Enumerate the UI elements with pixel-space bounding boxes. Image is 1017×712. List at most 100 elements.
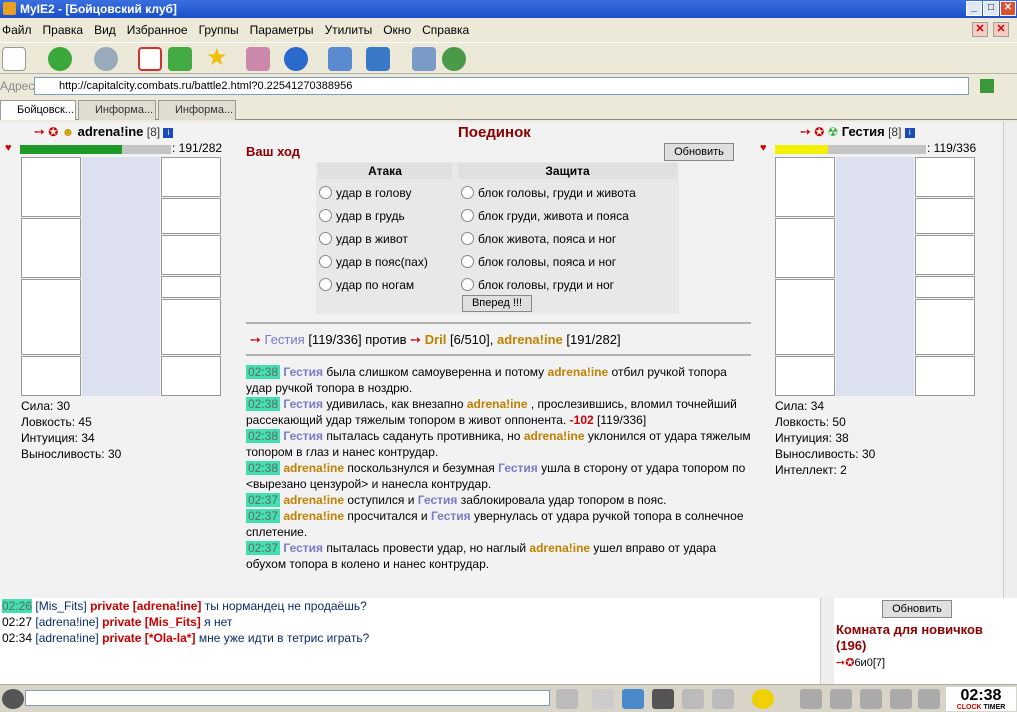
attack-option[interactable]: удар в живот [319, 228, 408, 250]
attack-option[interactable]: удар в грудь [319, 205, 405, 227]
quests-icon[interactable] [830, 689, 852, 709]
left-info-icon[interactable]: i [163, 127, 174, 138]
log-player-name[interactable]: Гестия [498, 461, 538, 475]
versus-p1[interactable]: Гестия [265, 332, 305, 347]
search-icon[interactable] [246, 47, 270, 71]
close-tab-icon[interactable]: ✕ [993, 22, 1009, 37]
right-player-name[interactable]: Гестия [842, 124, 885, 139]
defense-option[interactable]: блок живота, пояса и ног [461, 228, 616, 250]
rings-slot[interactable] [915, 276, 975, 298]
armor-slot[interactable] [21, 279, 81, 355]
favorites-star-icon[interactable]: ★ [206, 46, 230, 71]
menu-favorites[interactable]: Избранное [127, 23, 188, 37]
gloves-slot[interactable] [915, 235, 975, 275]
forward-button[interactable]: Вперед !!! [462, 295, 532, 312]
defense-option[interactable]: блок головы, груди и живота [461, 182, 636, 204]
attack-radio[interactable] [319, 232, 332, 245]
translit-icon[interactable] [682, 689, 704, 709]
stop-icon[interactable] [138, 47, 162, 71]
exit-icon[interactable] [918, 689, 940, 709]
defense-option[interactable]: блок головы, груди и ног [461, 274, 614, 296]
minimize-button[interactable]: _ [966, 1, 982, 16]
chat-private-target[interactable]: private [adrena!ine] [90, 599, 201, 613]
close-button[interactable]: ✕ [1000, 1, 1016, 16]
tab-info-2[interactable]: Информа... [158, 100, 236, 120]
attack-radio[interactable] [319, 278, 332, 291]
new-page-icon[interactable] [2, 47, 26, 71]
defense-option[interactable]: блок головы, пояса и ног [461, 251, 616, 273]
bracers-slot[interactable] [915, 198, 975, 234]
pl-icon[interactable] [712, 689, 734, 709]
chat-private-target[interactable]: private [*Ola-la*] [102, 631, 195, 645]
log-player-name[interactable]: Гестия [283, 541, 323, 555]
chat-scrollbar[interactable] [820, 598, 834, 684]
attack-radio[interactable] [319, 186, 332, 199]
menu-help[interactable]: Справка [422, 23, 469, 37]
belt-slot[interactable] [21, 356, 81, 396]
defense-radio[interactable] [461, 186, 474, 199]
refresh-room-button[interactable]: Обновить [882, 600, 952, 618]
menu-utilities[interactable]: Утилиты [325, 23, 373, 37]
log-player-name[interactable]: adrena!ine [283, 461, 344, 475]
chat-private-target[interactable]: private [Mis_Fits] [102, 615, 201, 629]
right-info-icon[interactable]: i [904, 127, 915, 138]
room-user-row[interactable]: ➙✪6и0[7] [836, 656, 885, 669]
url-input[interactable]: http://capitalcity.combats.ru/battle2.ht… [34, 77, 969, 95]
friends-icon[interactable] [860, 689, 882, 709]
tab-battle[interactable]: Бойцовск... [0, 100, 76, 120]
attack-radio[interactable] [319, 255, 332, 268]
log-player-name[interactable]: Гестия [431, 509, 471, 523]
globe-icon[interactable] [284, 47, 308, 71]
chat-sender[interactable]: [Mis_Fits] [35, 599, 86, 613]
maximize-button[interactable]: □ [983, 1, 999, 16]
menu-edit[interactable]: Правка [43, 23, 84, 37]
filter-icon[interactable] [622, 689, 644, 709]
send-icon[interactable] [556, 689, 578, 709]
attack-option[interactable]: удар по ногам [319, 274, 414, 296]
log-player-name[interactable]: adrena!ine [548, 365, 609, 379]
boots-slot[interactable] [161, 356, 221, 396]
rings-slot[interactable] [161, 276, 221, 298]
refresh-icon[interactable] [168, 47, 192, 71]
attack-option[interactable]: удар в пояс(пах) [319, 251, 428, 273]
weapon-slot[interactable] [21, 218, 81, 278]
chat-sender[interactable]: [adrena!ine] [35, 631, 98, 645]
log-player-name[interactable]: Гестия [283, 397, 323, 411]
log-player-name[interactable]: adrena!ine [529, 541, 590, 555]
window-icon[interactable] [328, 47, 352, 71]
shield-slot[interactable] [915, 299, 975, 355]
window-titlebar[interactable]: MyIE2 - [Бойцовский клуб] _ □ ✕ [0, 0, 1017, 18]
chat-mode-icon[interactable] [2, 689, 24, 709]
helmet-slot[interactable] [775, 157, 835, 217]
defense-option[interactable]: блок груди, живота и пояса [461, 205, 629, 227]
chat-input[interactable] [25, 690, 550, 706]
edit-icon[interactable] [412, 47, 436, 71]
mail-icon[interactable] [890, 689, 912, 709]
refresh-battle-button[interactable]: Обновить [664, 143, 734, 161]
boots-slot[interactable] [915, 356, 975, 396]
smiley-icon[interactable] [752, 689, 774, 709]
helmet-slot[interactable] [21, 157, 81, 217]
back-icon[interactable] [48, 47, 72, 71]
log-player-name[interactable]: adrena!ine [283, 509, 344, 523]
menu-file[interactable]: Файл [2, 23, 32, 37]
weapon-slot[interactable] [775, 218, 835, 278]
eraser-icon[interactable] [592, 689, 614, 709]
room-user[interactable]: 6и0[7] [854, 657, 885, 669]
armor-slot[interactable] [775, 279, 835, 355]
chat-sender[interactable]: [adrena!ine] [35, 615, 98, 629]
defense-radio[interactable] [461, 255, 474, 268]
bracers-slot[interactable] [161, 198, 221, 234]
versus-p2[interactable]: Dril [425, 332, 447, 347]
attack-radio[interactable] [319, 209, 332, 222]
info-icon[interactable] [800, 689, 822, 709]
log-player-name[interactable]: Гестия [418, 493, 458, 507]
sync-icon[interactable] [442, 47, 466, 71]
trash-icon[interactable] [652, 689, 674, 709]
log-player-name[interactable]: adrena!ine [283, 493, 344, 507]
menu-window[interactable]: Окно [383, 23, 411, 37]
belt-slot[interactable] [775, 356, 835, 396]
close-all-icon[interactable]: ✕ [972, 22, 988, 37]
tab-info-1[interactable]: Информа... [78, 100, 156, 120]
undo-icon[interactable] [366, 47, 390, 71]
